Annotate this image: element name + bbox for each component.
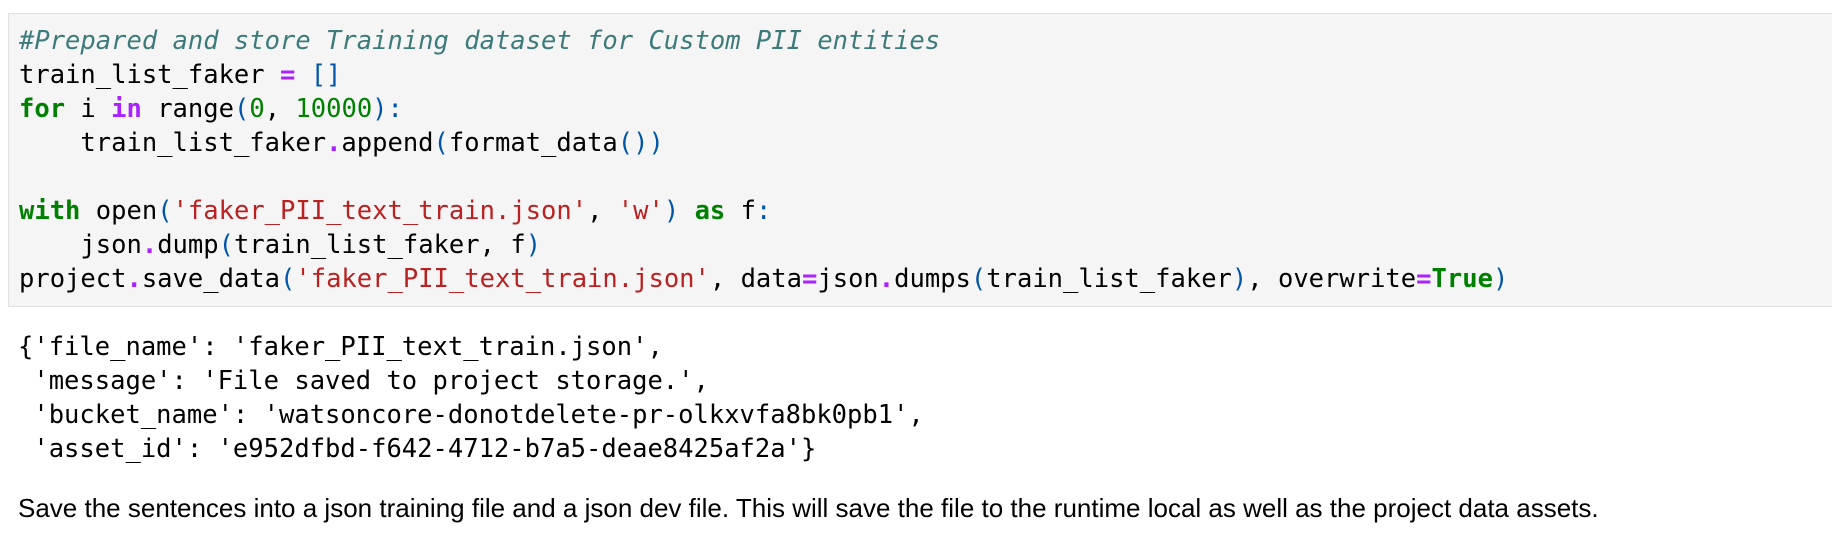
code-token: ( xyxy=(157,196,173,226)
code-token: ) xyxy=(1231,264,1248,294)
code-line: train_list_faker = [] xyxy=(19,58,1508,92)
code-line: project.save_data('faker_PII_text_train.… xyxy=(19,262,1508,296)
code-token: range xyxy=(141,94,234,124)
code-token: ( xyxy=(280,264,296,294)
code-token: save_data xyxy=(141,264,280,294)
code-token: train_list_faker xyxy=(19,60,265,90)
code-line: json.dump(train_list_faker, f) xyxy=(19,228,1508,262)
code-number: 0 xyxy=(249,94,265,124)
code-token: , xyxy=(587,196,618,226)
code-number: 10000 xyxy=(295,94,373,124)
code-line: #Prepared and store Training dataset for… xyxy=(19,24,1508,58)
code-token: ( xyxy=(433,128,449,158)
code-editor[interactable]: #Prepared and store Training dataset for… xyxy=(19,24,1508,296)
code-token: train_list_faker xyxy=(80,128,327,158)
code-token: train_list_faker xyxy=(986,264,1232,294)
output-line: 'asset_id': 'e952dfbd-f642-4712-b7a5-dea… xyxy=(18,434,817,464)
code-token: i xyxy=(65,94,112,124)
code-token: append xyxy=(341,128,434,158)
code-string: 'faker_PII_text_train.json' xyxy=(295,264,710,294)
code-token: open xyxy=(95,196,158,226)
code-keyword: with xyxy=(19,196,81,226)
code-token: : xyxy=(756,196,772,226)
code-token: = xyxy=(1416,264,1432,294)
code-string: 'w' xyxy=(617,196,664,226)
code-token: dump xyxy=(157,230,219,260)
code-token: . xyxy=(878,264,895,294)
code-token: : xyxy=(387,94,403,124)
code-token: = xyxy=(264,60,311,90)
code-token: . xyxy=(141,230,158,260)
code-token: . xyxy=(126,264,142,294)
code-line: for i in range(0, 10000): xyxy=(19,92,1508,126)
code-token: [] xyxy=(310,60,342,90)
code-token: . xyxy=(326,128,342,158)
output-line: 'bucket_name': 'watsoncore-donotdelete-p… xyxy=(18,400,924,430)
code-keyword: in xyxy=(111,94,142,124)
code-token: , overwrite xyxy=(1247,264,1417,294)
code-token: ) xyxy=(663,196,680,226)
code-string: 'faker_PII_text_train.json' xyxy=(172,196,588,226)
code-keyword: True xyxy=(1431,264,1493,294)
code-cell-input[interactable]: #Prepared and store Training dataset for… xyxy=(8,13,1832,307)
code-token: ) xyxy=(525,230,542,260)
code-comment: #Prepared and store Training dataset for… xyxy=(19,26,941,56)
markdown-cell-text: Save the sentences into a json training … xyxy=(18,493,1599,523)
code-token: project xyxy=(19,264,127,294)
code-token: = xyxy=(802,264,818,294)
code-line: with open('faker_PII_text_train.json', '… xyxy=(19,194,1508,228)
code-line: train_list_faker.append(format_data()) xyxy=(19,126,1508,160)
code-token: , data xyxy=(709,264,802,294)
code-keyword: for xyxy=(19,94,66,124)
code-token: ) xyxy=(648,128,664,158)
code-token: format_data xyxy=(448,128,618,158)
code-token: json xyxy=(817,264,879,294)
code-token: () xyxy=(617,128,649,158)
code-token: json xyxy=(80,230,142,260)
code-token: f xyxy=(725,196,757,226)
code-token: train_list_faker, f xyxy=(233,230,526,260)
code-token: ( xyxy=(970,264,987,294)
output-line: {'file_name': 'faker_PII_text_train.json… xyxy=(18,332,663,362)
code-token: ) xyxy=(1492,264,1509,294)
output-line: 'message': 'File saved to project storag… xyxy=(18,366,709,396)
code-token: ( xyxy=(233,94,250,124)
cell-output: {'file_name': 'faker_PII_text_train.json… xyxy=(18,330,924,466)
code-token: ( xyxy=(218,230,234,260)
code-token: ) xyxy=(372,94,388,124)
code-token: , xyxy=(264,94,296,124)
code-keyword: as xyxy=(694,196,726,226)
code-token: dumps xyxy=(894,264,971,294)
